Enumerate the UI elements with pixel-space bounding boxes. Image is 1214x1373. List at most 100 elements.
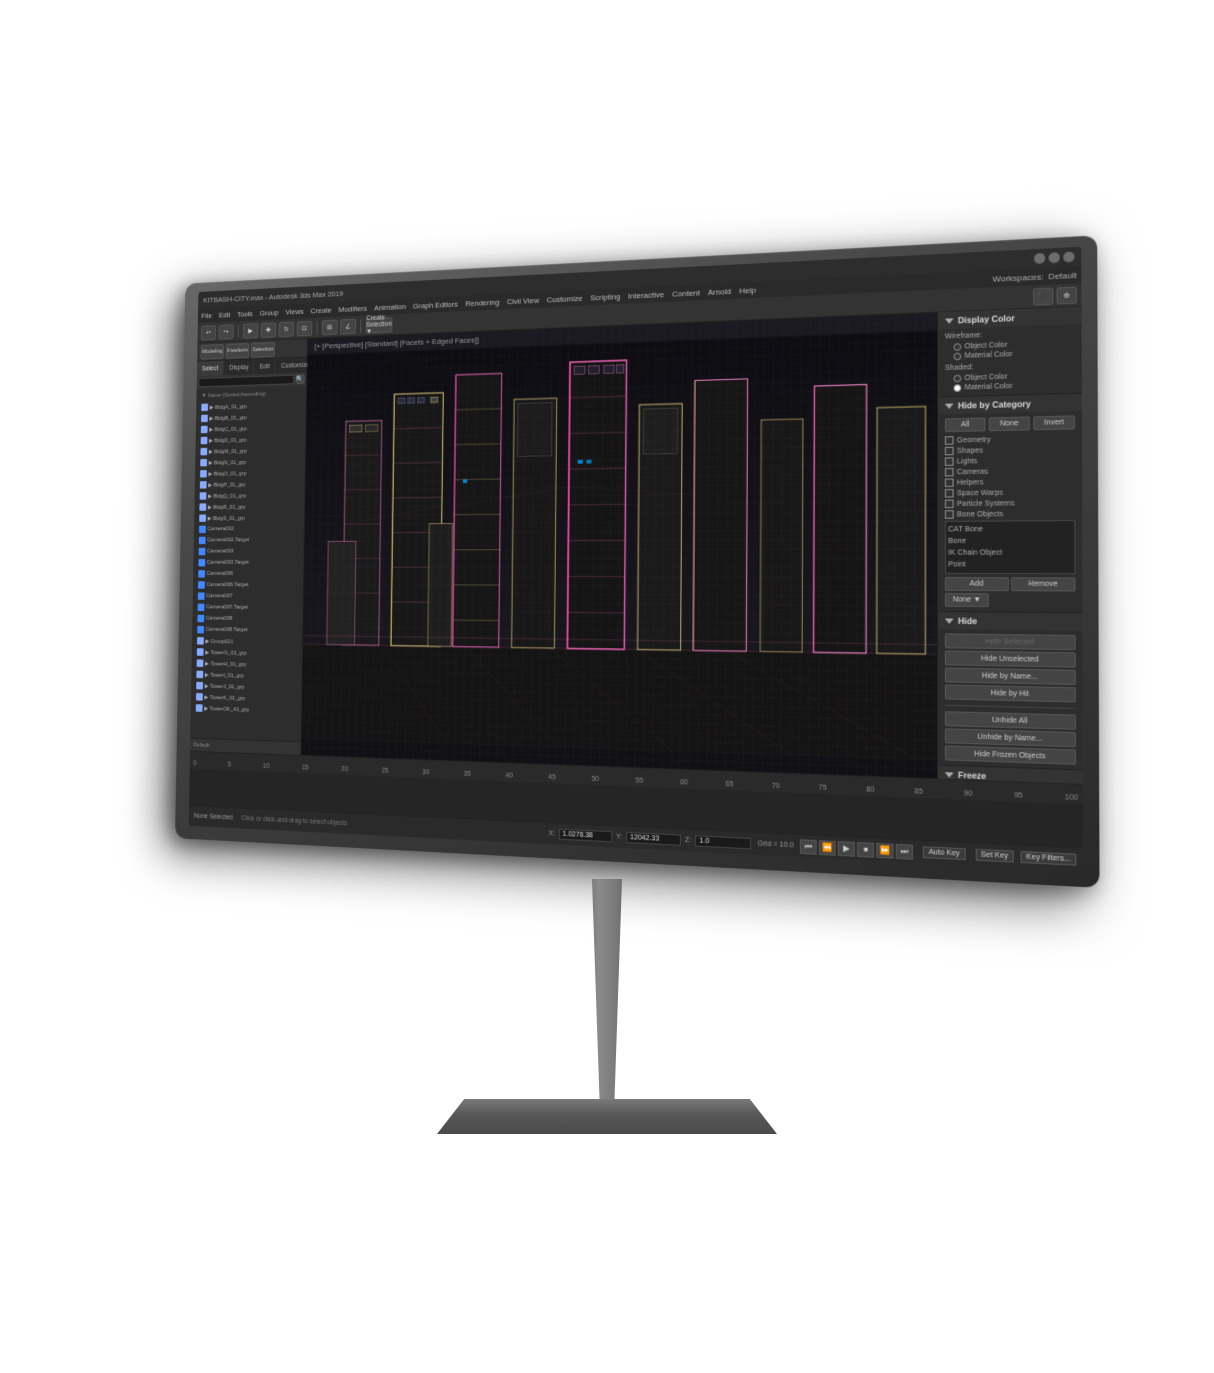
cat-helpers[interactable]: Helpers [945, 477, 1075, 487]
toolbar-select[interactable]: ▶ [243, 323, 259, 338]
y-coord[interactable]: 12042.33 [626, 832, 681, 846]
play-btn[interactable]: ▶ [838, 841, 855, 857]
check-bones[interactable] [945, 510, 954, 519]
toolbar-angle-snap[interactable]: ∠ [340, 318, 356, 334]
remove-bone-btn[interactable]: Remove [1011, 577, 1076, 591]
menu-graph-editors[interactable]: Graph Editors [413, 299, 458, 310]
menu-rendering[interactable]: Rendering [465, 297, 499, 307]
cat-bone-objects[interactable]: Bone Objects [945, 509, 1075, 519]
toolbar-scale[interactable]: ⊡ [297, 320, 313, 336]
invert-btn[interactable]: Invert [1033, 415, 1075, 430]
toolbar-move[interactable]: ✚ [261, 322, 277, 338]
selection-mode[interactable]: Selection [251, 341, 275, 357]
z-coord[interactable]: 1.0 [695, 835, 751, 849]
cat-shapes[interactable]: Shapes [945, 444, 1075, 455]
set-key-btn[interactable]: Set Key [975, 849, 1014, 863]
unhide-by-name-btn[interactable]: Unhide by Name... [945, 728, 1076, 747]
go-start-btn[interactable]: ⏮ [800, 839, 817, 855]
cat-space-warps[interactable]: Space Warps [945, 488, 1075, 498]
list-item[interactable]: Camera002 [196, 523, 303, 535]
toolbar-redo[interactable]: ↪ [218, 324, 233, 339]
list-item[interactable]: ▶ TowerOK_43_grp [192, 702, 299, 716]
check-helpers[interactable] [945, 478, 954, 487]
toolbar-render[interactable]: ⬛ [1033, 287, 1053, 305]
menu-interactive[interactable]: Interactive [628, 290, 664, 301]
stop-btn[interactable]: ⏹ [857, 841, 874, 857]
list-item[interactable]: Camera006 [195, 568, 302, 580]
toolbar-rotate[interactable]: ↻ [279, 321, 295, 337]
toolbar-undo[interactable]: ↩ [201, 325, 216, 340]
x-coord[interactable]: 1.0276.38 [559, 829, 613, 843]
none-bottom-btn[interactable]: None ▼ [945, 593, 989, 607]
menu-help[interactable]: Help [739, 285, 756, 295]
check-geometry[interactable] [945, 436, 954, 445]
toolbar-material[interactable]: ⊕ [1057, 286, 1077, 304]
menu-views[interactable]: Views [285, 307, 303, 316]
check-shapes[interactable] [945, 447, 954, 456]
menu-file[interactable]: File [201, 311, 212, 320]
list-item[interactable]: ▶ BldgR_01_grp [196, 500, 303, 512]
freeform-mode[interactable]: Freeform [226, 343, 250, 359]
hide-unselected-btn[interactable]: Hide Unselected [945, 650, 1076, 667]
viewport[interactable]: [+ [Perspective] [Standard] [Facets + Ed… [301, 313, 937, 779]
shaded-material-color[interactable]: Material Color [954, 381, 1075, 392]
none-btn[interactable]: None [989, 416, 1030, 431]
mark-5: 5 [228, 762, 231, 769]
prev-frame-btn[interactable]: ⏪ [819, 840, 836, 856]
mark-100: 100 [1065, 794, 1078, 802]
menu-civil-view[interactable]: Civil View [507, 295, 539, 305]
tab-select[interactable]: Select [197, 361, 224, 377]
hide-by-hit-btn[interactable]: Hide by Hit [945, 685, 1076, 703]
list-item[interactable]: Camera006.Target [195, 579, 302, 591]
check-cameras[interactable] [945, 468, 954, 477]
cat-geometry[interactable]: Geometry [945, 434, 1075, 445]
menu-create[interactable]: Create [311, 305, 332, 314]
minimize-button[interactable] [1034, 253, 1045, 264]
search-btn[interactable]: 🔍 [296, 374, 305, 384]
list-item[interactable]: Camera002.Target [195, 534, 302, 546]
display-color-title: Display Color [958, 313, 1015, 325]
menu-group[interactable]: Group [260, 308, 279, 317]
list-item[interactable]: ▶ BldgS_01_grp [196, 512, 303, 524]
maximize-button[interactable] [1049, 252, 1060, 263]
tab-display[interactable]: Display [224, 359, 255, 375]
hide-selected-btn[interactable]: Hide Selected [945, 633, 1076, 650]
menu-modifiers[interactable]: Modifiers [338, 304, 367, 314]
menu-arnold[interactable]: Arnold [708, 286, 731, 296]
menu-content[interactable]: Content [672, 288, 700, 298]
cat-particle-systems[interactable]: Particle Systems [945, 498, 1075, 508]
list-item[interactable]: Camera003.Target [195, 557, 302, 568]
menu-animation[interactable]: Animation [374, 302, 406, 312]
tab-edit[interactable]: Edit [254, 359, 276, 375]
check-lights[interactable] [945, 457, 954, 466]
hide-header[interactable]: Hide [938, 612, 1082, 631]
cat-lights[interactable]: Lights [945, 455, 1075, 466]
add-bone-btn[interactable]: Add [945, 577, 1009, 591]
key-filters-btn[interactable]: Key Filters... [1021, 851, 1077, 866]
all-btn[interactable]: All [945, 417, 986, 432]
menu-customize[interactable]: Customize [547, 293, 583, 303]
menu-edit[interactable]: Edit [219, 310, 231, 319]
list-item[interactable]: Camera003 [195, 546, 302, 557]
menu-tools[interactable]: Tools [237, 309, 253, 318]
check-particles[interactable] [945, 500, 954, 509]
toolbar-create-selection[interactable]: Create Selection ▼ [366, 317, 393, 333]
scene-search[interactable] [198, 375, 294, 388]
check-spacewarps[interactable] [945, 489, 954, 498]
modeling-mode[interactable]: Modeling [201, 344, 225, 360]
hide-by-name-btn[interactable]: Hide by Name... [945, 667, 1076, 685]
go-end-btn[interactable]: ⏭ [896, 843, 913, 859]
list-item[interactable]: Camera007 [194, 591, 301, 603]
toolbar-snap[interactable]: ⊞ [322, 319, 338, 335]
hide-frozen-btn[interactable]: Hide Frozen Objects [945, 745, 1076, 764]
cat-cameras[interactable]: Cameras [945, 466, 1075, 476]
radio-shaded-obj[interactable] [954, 375, 962, 383]
auto-key-btn[interactable]: Auto Key [923, 846, 965, 860]
next-frame-btn[interactable]: ⏩ [876, 842, 893, 858]
radio-wireframe-obj[interactable] [954, 343, 962, 351]
radio-wireframe-mat[interactable] [954, 353, 962, 361]
radio-shaded-mat[interactable] [954, 384, 962, 392]
close-button[interactable] [1063, 251, 1074, 262]
menu-scripting[interactable]: Scripting [590, 292, 620, 302]
unhide-all-btn[interactable]: Unhide All [945, 711, 1076, 730]
